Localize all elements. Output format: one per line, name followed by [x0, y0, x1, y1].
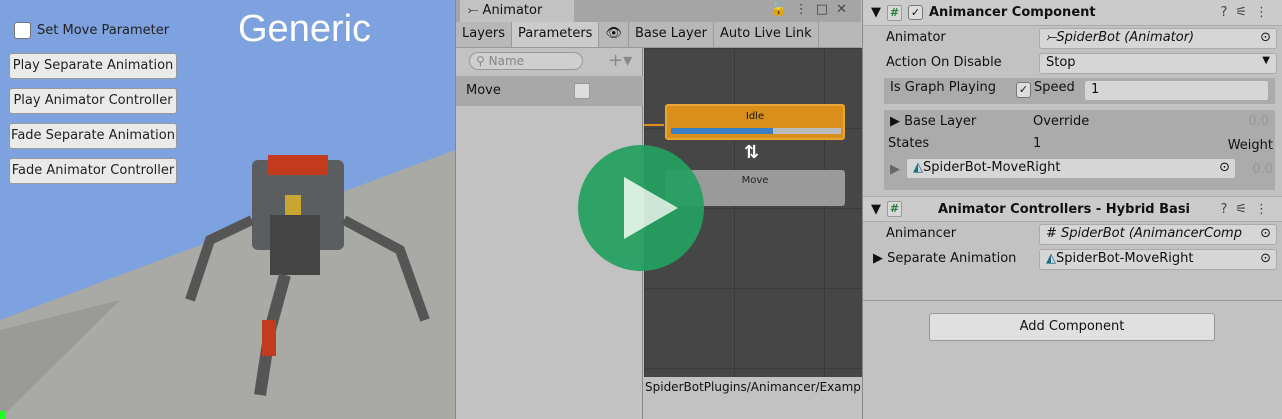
object-picker-icon[interactable]: ⊙	[1260, 226, 1271, 241]
state-label: Idle	[745, 111, 765, 122]
enabled-checkbox[interactable]: ✓	[908, 5, 923, 20]
asset-path: SpiderBotPlugins/Animancer/Examples	[644, 377, 862, 398]
field-label: Speed	[1034, 80, 1075, 95]
parameter-checkbox[interactable]	[574, 83, 590, 99]
layer-weight: 0.0	[1248, 114, 1269, 129]
tab-parameters[interactable]: Parameters	[512, 22, 600, 47]
state-progress	[671, 128, 773, 134]
indicator	[0, 411, 6, 419]
object-picker-icon[interactable]: ⊙	[1260, 251, 1271, 266]
checkbox[interactable]	[14, 22, 31, 39]
field-value: SpiderBot-MoveRight	[1056, 251, 1194, 266]
component-title: Animator Controllers - Hybrid Basi	[938, 201, 1191, 217]
state-field[interactable]: ◭SpiderBot-MoveRight ⊙	[906, 158, 1236, 179]
state-weight: 0.0	[1252, 162, 1273, 177]
parameter-name: Move	[466, 83, 501, 98]
weight-label: Weight	[1227, 138, 1273, 153]
play-overlay-button[interactable]	[578, 145, 704, 271]
field-label: Separate Animation	[887, 251, 1017, 266]
tab-layers[interactable]: Layers	[456, 22, 513, 47]
game-view: Generic Set Move Parameter Play Separate…	[0, 0, 455, 419]
state-idle[interactable]: Idle	[665, 104, 845, 140]
parameter-row[interactable]: Move	[456, 76, 643, 106]
object-picker-icon[interactable]: ⊙	[1260, 30, 1271, 45]
fade-animator-controller-button[interactable]: Fade Animator Controller	[9, 158, 177, 184]
field-label: Is Graph Playing	[890, 80, 996, 95]
base-layer-foldout[interactable]: ▶ Base Layer	[890, 114, 976, 129]
animator-icon: ⤚	[468, 3, 483, 18]
chevron-down-icon: ▼	[1262, 55, 1270, 66]
transition-arrows: ⇅	[744, 142, 760, 163]
play-separate-animation-button[interactable]: Play Separate Animation	[9, 53, 177, 79]
field-label: Action On Disable	[886, 55, 1002, 70]
state-name: SpiderBot-MoveRight	[923, 160, 1061, 175]
fade-separate-animation-button[interactable]: Fade Separate Animation	[9, 123, 177, 149]
animancer-component-header[interactable]: ▼ # ✓ Animancer Component ?⚟⋮	[863, 0, 1282, 26]
animancer-field[interactable]: # SpiderBot (AnimancerComp ⊙	[1039, 224, 1277, 245]
parameter-search-input[interactable]: ⚲ Name	[469, 52, 583, 70]
animator-tab[interactable]: ⤚ Animator	[460, 0, 574, 22]
checkbox-label: Set Move Parameter	[37, 23, 170, 38]
layer-mode: Override	[1033, 114, 1090, 129]
field-value: SpiderBot (AnimancerComp	[1061, 226, 1242, 241]
inspector: ▼ # ✓ Animancer Component ?⚟⋮ Animator ⤚Spide…	[862, 0, 1282, 419]
search-placeholder: Name	[488, 54, 525, 68]
speed-input[interactable]: 1	[1084, 80, 1269, 101]
states-count: 1	[1033, 136, 1042, 151]
separate-animation-field[interactable]: ◭SpiderBot-MoveRight ⊙	[1039, 249, 1277, 270]
tab-label: Animator	[482, 3, 543, 18]
animator-controllers-header[interactable]: ▼ # Animator Controllers - Hybrid Basi ?⚟⋮	[863, 196, 1282, 222]
animation-clip-icon: ◭	[1046, 251, 1056, 266]
animator-field[interactable]: ⤚SpiderBot (Animator) ⊙	[1039, 28, 1277, 49]
field-label: Animator	[886, 30, 946, 45]
set-move-parameter-toggle[interactable]: Set Move Parameter	[14, 22, 169, 39]
add-parameter-button[interactable]: +▾	[608, 50, 632, 71]
layer-name: Base Layer	[904, 114, 977, 129]
script-icon: #	[1046, 226, 1062, 241]
component-menu-icons[interactable]: ?⚟⋮	[1220, 202, 1276, 217]
foldout-arrow[interactable]: ▶	[873, 251, 887, 266]
play-animator-controller-button[interactable]: Play Animator Controller	[9, 88, 177, 114]
divider	[863, 300, 1282, 301]
dropdown-value: Stop	[1046, 55, 1076, 70]
field-value: SpiderBot (Animator)	[1056, 30, 1195, 45]
action-on-disable-dropdown[interactable]: Stop ▼	[1039, 53, 1277, 74]
breadcrumb-base-layer[interactable]: Base Layer	[629, 22, 715, 47]
states-label: States	[888, 136, 930, 151]
script-icon: #	[887, 201, 902, 217]
animation-clip-icon: ◭	[913, 160, 923, 175]
add-component-button[interactable]: Add Component	[929, 313, 1215, 341]
animator-icon: ⤚	[1046, 30, 1057, 45]
eye-icon[interactable]: 👁	[599, 22, 629, 47]
window-controls[interactable]: 🔓⋮□✕	[771, 2, 855, 17]
is-graph-playing-checkbox[interactable]: ✓	[1016, 82, 1031, 98]
state-foldout-arrow[interactable]: ▶	[890, 162, 900, 177]
scene-title: Generic	[238, 8, 372, 50]
object-picker-icon[interactable]: ⊙	[1219, 160, 1230, 175]
component-title: Animancer Component	[929, 5, 1096, 20]
component-menu-icons[interactable]: ?⚟⋮	[1220, 5, 1276, 20]
entry-transition	[644, 124, 664, 126]
field-label: Animancer	[886, 226, 957, 241]
auto-live-link-toggle[interactable]: Auto Live Link	[714, 22, 819, 47]
script-icon: #	[887, 4, 902, 21]
